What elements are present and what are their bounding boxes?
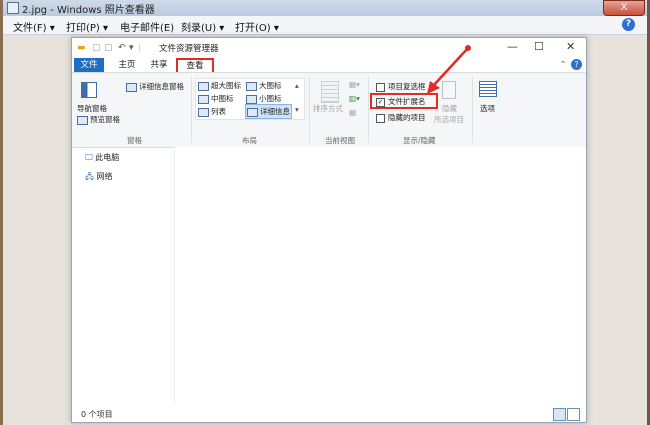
nav-network-label: 网络: [96, 172, 113, 181]
group-by-icon[interactable]: ▦▾: [349, 80, 360, 89]
layout-small-label: 小图标: [259, 94, 282, 103]
preview-pane-label: 预览窗格: [90, 115, 120, 124]
sort-by-button[interactable]: 排序方式: [313, 103, 343, 114]
layout-details-label: 详细信息: [260, 107, 290, 116]
ribbon-separator: [191, 77, 192, 143]
explorer-title: 文件资源管理器: [159, 44, 219, 54]
large-icons-view-icon[interactable]: [567, 408, 580, 421]
file-extensions-highlight: [370, 93, 438, 109]
file-list[interactable]: [175, 147, 586, 405]
medium-icons-icon: [198, 94, 209, 104]
ribbon-separator: [368, 77, 369, 143]
nav-pane-icon: [81, 82, 97, 98]
qa-undo-icon[interactable]: ↶: [118, 43, 126, 53]
ribbon-separator: [309, 77, 310, 143]
tab-file[interactable]: 文件: [74, 58, 104, 72]
details-pane-icon: [126, 82, 137, 92]
layout-scroll-up-icon[interactable]: ▴: [295, 81, 299, 90]
computer-icon: 🖵: [85, 153, 93, 162]
details-pane-label: 详细信息窗格: [139, 82, 184, 91]
maximize-button[interactable]: ☐: [534, 40, 544, 53]
menu-print[interactable]: 打印(P) ▾: [66, 19, 108, 34]
options-button[interactable]: 选项: [480, 103, 495, 114]
qa-new-folder-icon[interactable]: ▢: [104, 43, 113, 53]
tab-home[interactable]: 主页: [114, 58, 140, 72]
hidden-items-checkbox[interactable]: [376, 113, 385, 123]
small-icons-icon: [246, 94, 257, 104]
status-bar: 0 个项目: [72, 405, 586, 422]
explorer-help-icon[interactable]: ?: [571, 59, 582, 70]
nav-item-this-pc[interactable]: 🖵 此电脑: [85, 152, 119, 163]
show-hide-group-label: 显示/隐藏: [403, 136, 436, 145]
size-columns-icon[interactable]: ▦: [349, 108, 356, 117]
close-button[interactable]: ✕: [566, 40, 575, 53]
layout-medium-label: 中图标: [211, 94, 234, 103]
photo-viewer-titlebar: 2.jpg - Windows 照片查看器 X: [3, 0, 647, 16]
photo-viewer-close-button[interactable]: X: [603, 0, 645, 16]
qa-properties-icon[interactable]: ▢: [92, 43, 101, 53]
layout-small-icons[interactable]: 小图标: [246, 93, 282, 104]
layout-extra-large-label: 超大图标: [211, 81, 241, 90]
photo-viewer-title: 2.jpg - Windows 照片查看器: [22, 5, 155, 16]
ribbon: 导航窗格 预览窗格 详细信息窗格 窗格 超大图标 大图标 中图标 小图标 列表 …: [72, 72, 586, 148]
details-icon: [247, 107, 258, 117]
ribbon-expand-icon[interactable]: ⌃: [558, 58, 568, 72]
sort-icon: [321, 81, 339, 103]
menu-burn[interactable]: 刻录(U) ▾: [181, 19, 224, 34]
photo-viewer-menubar: 文件(F) ▾ 打印(P) ▾ 电子邮件(E) 刻录(U) ▾ 打开(O) ▾ …: [3, 16, 647, 35]
minimize-button[interactable]: —: [507, 40, 518, 53]
layout-list[interactable]: 列表: [198, 106, 226, 117]
layout-more-icon[interactable]: ▾: [295, 105, 299, 114]
details-view-icon[interactable]: [553, 408, 566, 421]
item-checkboxes-label: 项目复选框: [388, 82, 426, 91]
ribbon-separator: [472, 77, 473, 143]
menu-email[interactable]: 电子邮件(E): [120, 19, 174, 34]
options-icon: [479, 81, 497, 97]
layout-list-label: 列表: [211, 107, 226, 116]
folder-icon: ▬: [77, 43, 86, 53]
layout-group-label: 布局: [242, 136, 257, 145]
navigation-pane: 🖵 此电脑 🖧 网络: [72, 147, 175, 405]
item-checkboxes-option[interactable]: 项目复选框: [376, 81, 426, 92]
nav-item-network[interactable]: 🖧 网络: [85, 171, 112, 185]
photo-viewer-window: 2.jpg - Windows 照片查看器 X 文件(F) ▾ 打印(P) ▾ …: [3, 0, 647, 425]
ribbon-tabs: 文件 主页 共享 查看 ⌃ ?: [72, 58, 586, 74]
layout-extra-large-icons[interactable]: 超大图标: [198, 80, 241, 91]
preview-pane-icon: [77, 115, 88, 125]
hide-selected-line1[interactable]: 隐藏: [442, 103, 457, 114]
qa-customize-icon[interactable]: ▾: [129, 43, 134, 53]
hidden-items-label: 隐藏的项目: [388, 113, 426, 122]
preview-pane-button[interactable]: 预览窗格: [77, 114, 120, 125]
list-icon: [198, 107, 209, 117]
network-icon: 🖧: [85, 172, 94, 181]
help-icon[interactable]: ?: [622, 18, 635, 31]
hidden-items-option[interactable]: 隐藏的项目: [376, 112, 426, 123]
layout-medium-icons[interactable]: 中图标: [198, 93, 234, 104]
explorer-window: ▬ ▢ ▢ ↶ ▾ | 文件资源管理器 — ☐ ✕ 文件 主页 共享 查看 ⌃ …: [71, 37, 587, 423]
layout-details[interactable]: 详细信息: [245, 104, 292, 119]
tab-share[interactable]: 共享: [146, 58, 172, 72]
details-pane-button[interactable]: 详细信息窗格: [126, 81, 184, 92]
nav-pane-button[interactable]: 导航窗格: [77, 103, 107, 114]
nav-this-pc-label: 此电脑: [95, 153, 120, 162]
add-columns-icon[interactable]: ▥▾: [349, 94, 360, 103]
menu-open[interactable]: 打开(O) ▾: [235, 19, 279, 34]
large-icons-icon: [246, 81, 257, 91]
layout-large-icons[interactable]: 大图标: [246, 80, 282, 91]
current-view-group-label: 当前视图: [325, 136, 355, 145]
title-divider: |: [138, 43, 142, 53]
menu-file[interactable]: 文件(F) ▾: [13, 19, 55, 34]
layout-large-label: 大图标: [259, 81, 282, 90]
pane-group-label: 窗格: [127, 136, 142, 145]
hide-selected-line2[interactable]: 所选项目: [434, 114, 464, 125]
item-count: 0 个项目: [81, 410, 113, 419]
item-checkboxes-checkbox[interactable]: [376, 82, 385, 92]
photo-viewer-app-icon: [7, 2, 19, 14]
extra-large-icons-icon: [198, 81, 209, 91]
hide-selected-icon: [442, 81, 456, 99]
explorer-titlebar: ▬ ▢ ▢ ↶ ▾ | 文件资源管理器 — ☐ ✕: [72, 38, 586, 58]
